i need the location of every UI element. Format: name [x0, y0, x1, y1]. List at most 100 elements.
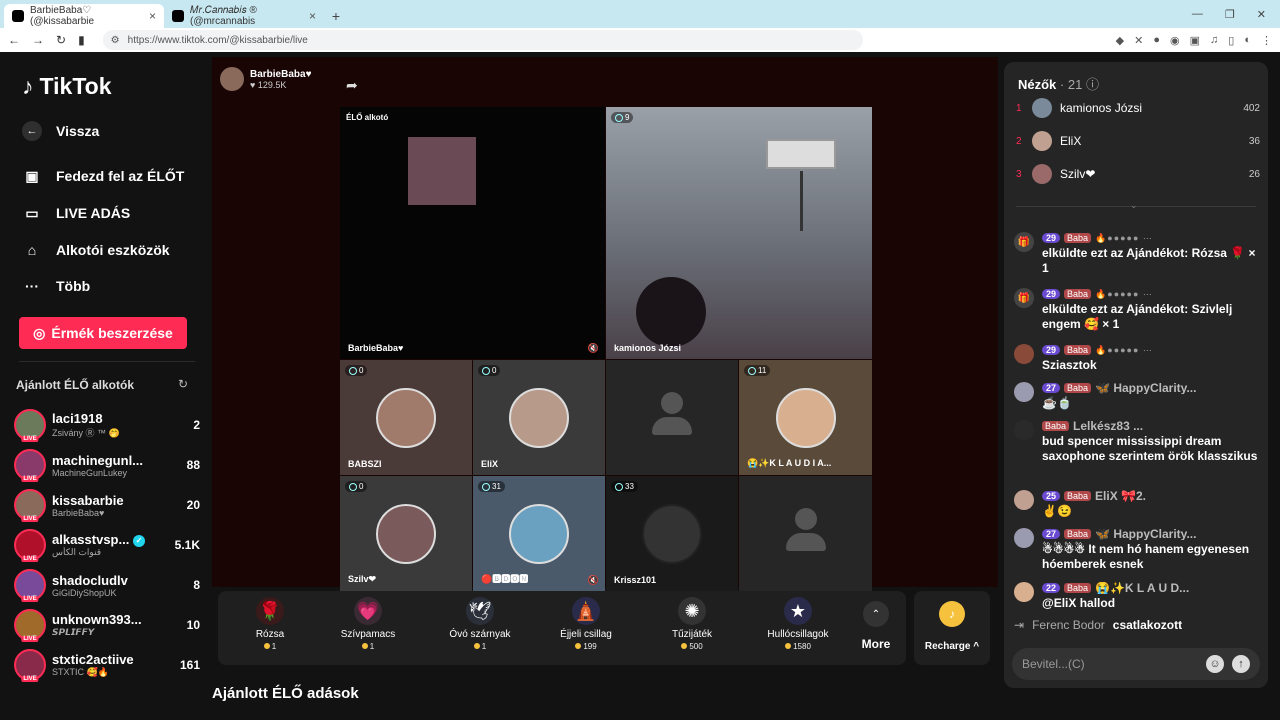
message-text: @EliX hallod: [1042, 596, 1116, 610]
avatar[interactable]: [1014, 490, 1034, 510]
gift-item[interactable]: 🕊 Óvó szárnyak 1: [432, 597, 528, 659]
creator-name: stxtic2actiive: [52, 652, 134, 667]
extension-icon[interactable]: ◉: [1170, 34, 1180, 47]
sender-name[interactable]: 🦋 HappyClarity...: [1095, 528, 1196, 540]
guest-cell[interactable]: 11 😭✨K L A U D I A...: [739, 360, 872, 475]
guest-video-main[interactable]: 9 kamionos Józsi: [606, 107, 872, 359]
tiktok-logo[interactable]: ♪ TikTok: [22, 73, 112, 100]
menu-icon[interactable]: ⋮: [1261, 34, 1272, 47]
sender-name[interactable]: Lelkész83 ...: [1073, 420, 1143, 432]
bookmark-icon[interactable]: ▮: [78, 33, 85, 47]
restore-icon[interactable]: ❐: [1225, 8, 1235, 21]
avatar[interactable]: [1014, 420, 1034, 440]
extension-icon[interactable]: ◆: [1116, 34, 1124, 47]
avatar[interactable]: [1014, 344, 1034, 364]
fan-badge: Baba: [1064, 289, 1092, 299]
more-gifts-button[interactable]: ⌃ More: [854, 601, 898, 651]
guest-cell[interactable]: 0 BABSZI: [340, 360, 472, 475]
viewers-header[interactable]: Nézők · 21 ⓘ: [1018, 74, 1099, 93]
guest-cell-empty[interactable]: [739, 476, 872, 591]
extension-icon[interactable]: ▣: [1190, 34, 1200, 47]
creator-item[interactable]: LIVE kissabarbie BarbieBaba♥ 20: [14, 485, 200, 525]
nav-more[interactable]: ··· Több: [22, 276, 202, 296]
creator-item[interactable]: LIVE alkasstvsp... ✓ قنوات الكأس 5.1K: [14, 525, 200, 565]
fan-badge: Baba: [1064, 529, 1092, 539]
send-icon[interactable]: ↑: [1232, 655, 1250, 673]
top-viewer[interactable]: 2 EliX 36: [1016, 129, 1260, 153]
guest-cell-empty[interactable]: [606, 360, 738, 475]
gift-name: Szívpamacs: [340, 629, 396, 640]
top-viewer[interactable]: 1 kamionos Józsi 402: [1016, 96, 1260, 120]
host-avatar[interactable]: [220, 67, 244, 91]
sender-name[interactable]: EliX 🎀2.: [1095, 490, 1146, 502]
back-link[interactable]: ← Vissza: [22, 121, 202, 141]
host-video[interactable]: ÉLŐ alkotó BarbieBaba♥ 🔇: [340, 107, 605, 359]
music-icon[interactable]: ♫: [1210, 34, 1218, 47]
join-notice: ⇥ Ferenc Bodor csatlakozott: [1014, 618, 1182, 632]
tab-close-icon[interactable]: ×: [309, 9, 316, 23]
close-window-icon[interactable]: ✕: [1257, 8, 1266, 21]
nav-creator-tools[interactable]: ⌂ Alkotói eszközök: [22, 240, 202, 260]
profile-icon[interactable]: ◐: [1244, 34, 1251, 47]
avatar[interactable]: [1014, 528, 1034, 548]
top-viewer[interactable]: 3 Szilv❤ 26: [1016, 162, 1260, 186]
creator-item[interactable]: LIVE stxtic2actiive STXTIC 🥰🔥 161: [14, 645, 200, 685]
sidebar-toggle-icon[interactable]: ▯: [1228, 34, 1234, 47]
gift-item[interactable]: 🌹 Rózsa 1: [222, 597, 318, 659]
creator-item[interactable]: LIVE machinegunl... MachineGunLukey 88: [14, 445, 200, 485]
guest-cell[interactable]: 31 🔴🅱🅳🅾🅽 🔇: [473, 476, 605, 591]
guest-cell[interactable]: 33 Krissz101: [606, 476, 738, 591]
guest-cell[interactable]: 0 Szilv❤: [340, 476, 472, 591]
reload-icon[interactable]: ↻: [56, 33, 66, 47]
gift-item[interactable]: 💗 Szívpamacs 1: [320, 597, 416, 659]
gift-item[interactable]: 🛕 Éjjeli csillag 199: [538, 597, 634, 659]
message-text: elküldte ezt az Ajándékot: Rózsa 🌹 × 1: [1042, 246, 1256, 275]
extension-icon[interactable]: ✕: [1134, 34, 1143, 47]
guest-viewer-count: 11: [744, 365, 771, 376]
nav-go-live[interactable]: ▭ LIVE ADÁS: [22, 203, 202, 223]
level-badge: 27: [1042, 383, 1061, 393]
browser-tab-2[interactable]: 𝑀𝑟.𝐶𝑎𝑛𝑛𝑎𝑏𝑖𝑠 ® (@mrcannabis ×: [164, 4, 324, 28]
browser-navbar: ← → ↻ ▮ ⚙ https://www.tiktok.com/@kissab…: [0, 28, 1280, 52]
host-name: BarbieBaba♥: [250, 68, 312, 80]
new-tab-icon[interactable]: +: [324, 4, 348, 28]
forward-icon[interactable]: →: [32, 33, 44, 47]
back-icon[interactable]: ←: [8, 33, 20, 47]
gift-item[interactable]: ✺ Tűzijáték 500: [644, 597, 740, 659]
info-icon[interactable]: ⓘ: [1086, 77, 1099, 92]
site-settings-icon[interactable]: ⚙: [111, 35, 120, 46]
creator-item[interactable]: LIVE laci1918 Zsivány Ⓡ ™ 🤭 2: [14, 405, 200, 445]
level-badge: 25: [1042, 491, 1061, 501]
guest-cell[interactable]: 0 EliX: [473, 360, 605, 475]
address-bar[interactable]: ⚙ https://www.tiktok.com/@kissabarbie/li…: [102, 30, 863, 50]
minimize-icon[interactable]: —: [1192, 8, 1203, 20]
avatar[interactable]: [1014, 382, 1034, 402]
viewer-count: 5.1K: [174, 538, 200, 552]
avatar[interactable]: [1014, 582, 1034, 602]
tab-close-icon[interactable]: ×: [149, 9, 156, 23]
sender-name[interactable]: 😭✨K L A U D...: [1095, 582, 1189, 594]
creator-item[interactable]: LIVE shadocludlv GiGiDiyShopUK 8: [14, 565, 200, 605]
emoji-icon[interactable]: ☺: [1206, 655, 1224, 673]
extension-icon[interactable]: ●: [1153, 34, 1160, 47]
nav-explore-live[interactable]: ▣ Fedezd fel az ÉLŐT: [22, 166, 202, 186]
browser-tab-1[interactable]: BarbieBaba♡ (@kissabarbie ×: [4, 4, 164, 28]
chat-input[interactable]: Bevitel...(C) ☺ ↑: [1012, 648, 1260, 680]
recharge-button[interactable]: ♪ Recharge ^: [914, 591, 990, 665]
viewer-score: 402: [1243, 102, 1260, 114]
gift-icon: 🎁: [1014, 288, 1034, 308]
guest-name: 🔴🅱🅳🅾🅽: [481, 574, 529, 584]
nav-label: Alkotói eszközök: [56, 242, 170, 258]
heart-puff-icon: 💗: [354, 597, 382, 625]
share-icon[interactable]: ➦: [346, 77, 358, 94]
level-badge: 29: [1042, 345, 1061, 355]
live-badge: LIVE: [21, 436, 39, 442]
host-info[interactable]: BarbieBaba♥ ♥ 129.5K: [220, 67, 312, 91]
get-coins-button[interactable]: ◎ Érmék beszerzése: [19, 317, 187, 349]
sender-name[interactable]: 🦋 HappyClarity...: [1095, 382, 1196, 394]
creator-item[interactable]: LIVE unknown393... 𝙎𝙋𝙇𝙄𝙁𝙁𝙔 10: [14, 605, 200, 645]
gift-item[interactable]: ★ Hullócsillagok 1580: [750, 597, 846, 659]
refresh-icon[interactable]: ↻: [178, 377, 188, 391]
chevron-down-icon[interactable]: ⌄: [1130, 200, 1138, 211]
joined-user[interactable]: Ferenc Bodor: [1032, 618, 1105, 632]
